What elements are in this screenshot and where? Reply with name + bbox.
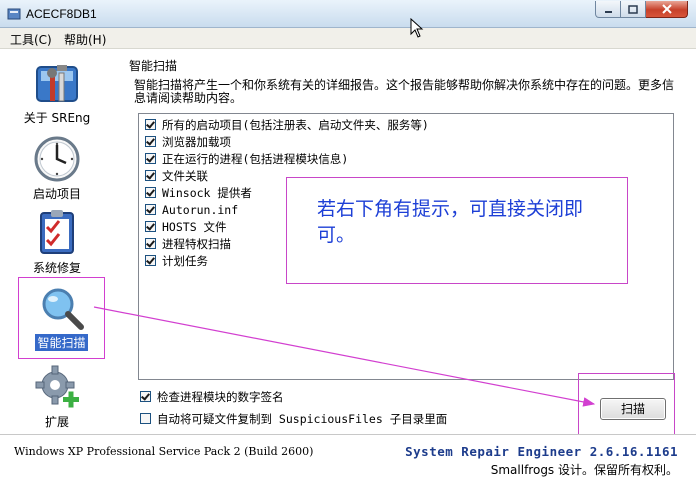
list-item[interactable]: 计划任务	[145, 252, 208, 269]
checkbox[interactable]	[145, 153, 156, 164]
sidebar-item-label: 智能扫描	[35, 334, 88, 351]
list-item-label: HOSTS 文件	[162, 219, 227, 234]
checkbox[interactable]	[145, 170, 156, 181]
sidebar-item-about[interactable]: 关于 SREng	[8, 59, 106, 126]
minimize-icon	[604, 10, 612, 13]
menu-bar: 工具(C) 帮助(H)	[0, 28, 696, 49]
list-item[interactable]: 浏览器加载项	[145, 133, 231, 150]
minimize-button[interactable]	[595, 1, 621, 18]
annotation-box: 若右下角有提示，可直接关闭即可。	[286, 177, 628, 284]
menu-tools[interactable]: 工具(C)	[10, 31, 52, 48]
checkbox[interactable]	[145, 221, 156, 232]
list-item[interactable]: 所有的启动项目(包括注册表、启动文件夹、服务等)	[145, 116, 429, 133]
sidebar-item-extensions[interactable]: 扩展	[8, 363, 106, 430]
list-item[interactable]: HOSTS 文件	[145, 218, 227, 235]
magnifier-icon	[42, 288, 84, 330]
list-item-label: Autorun.inf	[162, 202, 239, 217]
product-name: System Repair Engineer 2.6.16.1161	[405, 444, 678, 459]
option-label: 自动将可疑文件复制到 SuspiciousFiles 子目录里面	[157, 411, 448, 426]
copyright-text: Smallfrogs 设计。保留所有权利。	[490, 463, 678, 477]
sidebar-item-startup[interactable]: 启动项目	[8, 135, 106, 202]
checkbox[interactable]	[145, 187, 156, 198]
list-item[interactable]: Autorun.inf	[145, 201, 238, 218]
sidebar-item-system-repair[interactable]: 系统修复	[8, 209, 106, 276]
status-bar: Windows XP Professional Service Pack 2 (…	[0, 434, 696, 488]
checkbox[interactable]	[145, 204, 156, 215]
close-icon	[661, 4, 672, 14]
list-item-label: 浏览器加载项	[162, 134, 231, 149]
list-item-label: 文件关联	[162, 168, 208, 183]
option-label: 检查进程模块的数字签名	[157, 389, 284, 404]
checkbox[interactable]	[145, 119, 156, 130]
gear-plus-icon	[35, 365, 79, 408]
verify-signature-option[interactable]: 检查进程模块的数字签名	[140, 388, 284, 405]
list-item-label: 计划任务	[162, 253, 208, 268]
copy-suspicious-option[interactable]: 自动将可疑文件复制到 SuspiciousFiles 子目录里面	[140, 410, 447, 427]
sidebar-item-label: 扩展	[44, 415, 69, 429]
list-item-label: Winsock 提供者	[162, 185, 252, 200]
window-controls	[595, 1, 688, 19]
checkbox[interactable]	[140, 413, 151, 424]
title-bar: ACECF8DB1	[0, 0, 696, 28]
scan-button[interactable]: 扫描	[600, 398, 666, 420]
mouse-cursor-icon	[410, 18, 424, 38]
list-item[interactable]: 进程特权扫描	[145, 235, 231, 252]
checkbox[interactable]	[145, 255, 156, 266]
close-button[interactable]	[646, 1, 688, 18]
sidebar-item-label: 关于 SREng	[23, 111, 91, 125]
os-info: Windows XP Professional Service Pack 2 (…	[14, 445, 314, 458]
menu-help[interactable]: 帮助(H)	[64, 31, 106, 48]
list-item-label: 进程特权扫描	[162, 236, 231, 251]
list-item-label: 正在运行的进程(包括进程模块信息)	[162, 151, 349, 166]
window-title: ACECF8DB1	[26, 7, 97, 21]
sidebar-item-smart-scan[interactable]: 智能扫描	[18, 277, 105, 359]
list-item[interactable]: 文件关联	[145, 167, 208, 184]
list-item-label: 所有的启动项目(包括注册表、启动文件夹、服务等)	[162, 117, 429, 132]
sidebar: 关于 SREng 启动项目 系统修复 智能扫描 扩展	[0, 49, 116, 434]
list-item[interactable]: Winsock 提供者	[145, 184, 252, 201]
checklist-icon	[40, 210, 74, 254]
clock-icon	[34, 136, 80, 182]
sidebar-item-label: 系统修复	[32, 261, 81, 275]
checkbox[interactable]	[140, 391, 151, 402]
checkbox[interactable]	[145, 136, 156, 147]
sidebar-item-label: 启动项目	[32, 187, 81, 201]
scan-description: 智能扫描将产生一个和你系统有关的详细报告。这个报告能够帮助你解决你系统中存在的问…	[134, 78, 675, 105]
checkbox[interactable]	[145, 238, 156, 249]
maximize-button[interactable]	[621, 1, 646, 18]
annotation-text: 若右下角有提示，可直接关闭即可。	[317, 198, 584, 246]
section-title: 智能扫描	[129, 59, 178, 73]
list-item[interactable]: 正在运行的进程(包括进程模块信息)	[145, 150, 348, 167]
maximize-icon	[628, 4, 638, 14]
app-icon	[7, 8, 21, 20]
toolbox-icon	[36, 65, 78, 102]
